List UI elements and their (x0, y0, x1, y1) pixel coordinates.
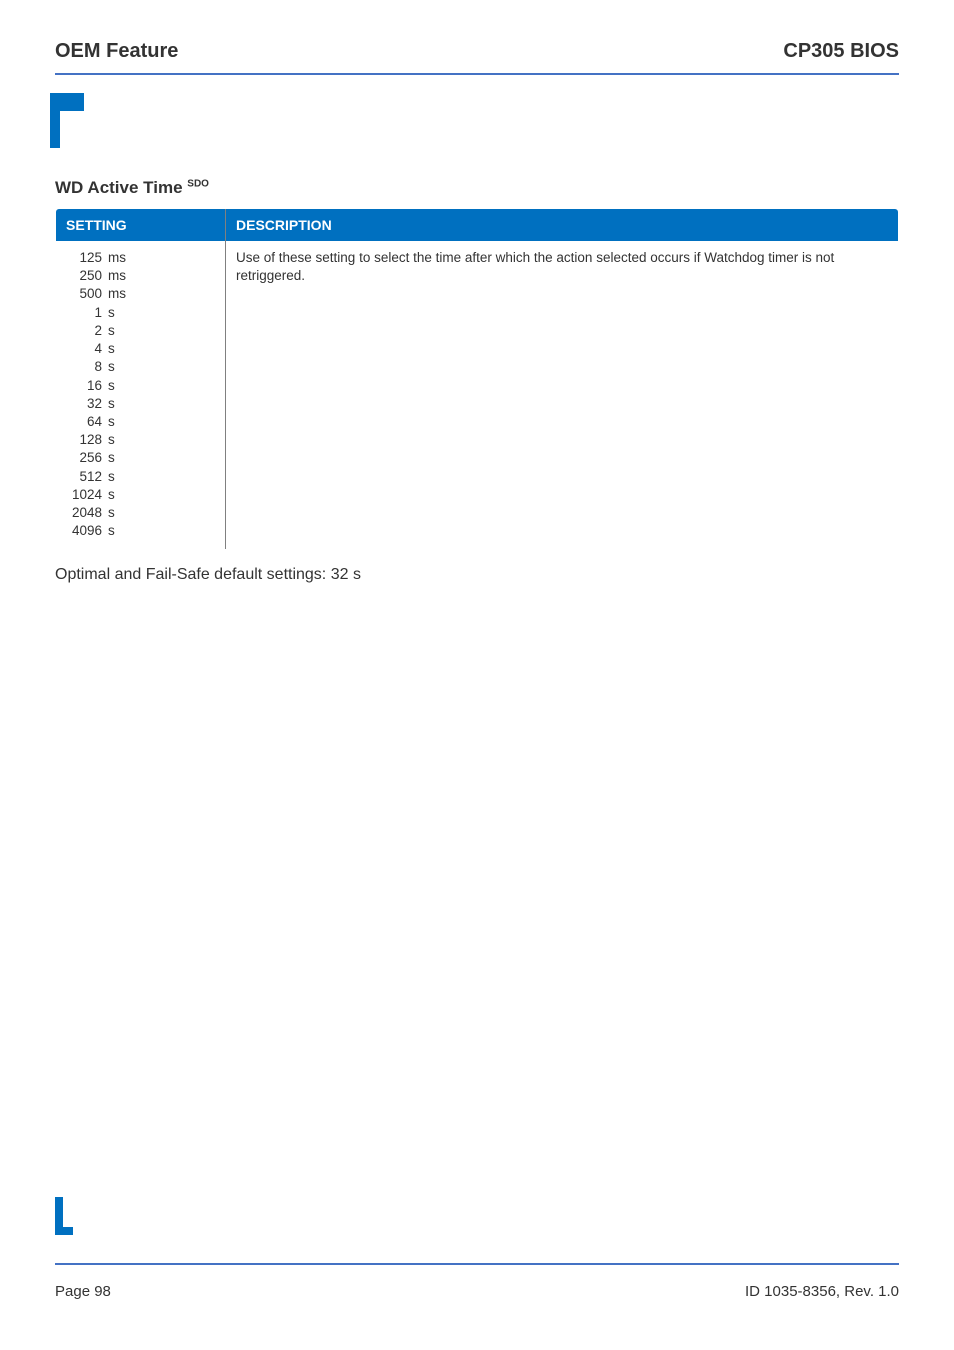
section-title-superscript: SDO (187, 178, 209, 189)
setting-value-unit: s (108, 377, 115, 395)
setting-value-num: 64 (66, 413, 108, 431)
cell-settings: 125ms 250ms 500ms 1s 2s 4s 8s 16s 32s 64… (56, 241, 226, 549)
setting-value-num: 2048 (66, 504, 108, 522)
setting-value-num: 1 (66, 304, 108, 322)
setting-value-row: 32s (66, 395, 215, 413)
setting-value-unit: s (108, 486, 115, 504)
table-header-row: SETTING DESCRIPTION (56, 209, 899, 242)
page-number: Page 98 (55, 1283, 111, 1300)
setting-value-row: 500ms (66, 285, 215, 303)
page-footer: Page 98 ID 1035-8356, Rev. 1.0 (55, 1263, 899, 1300)
footer-row: Page 98 ID 1035-8356, Rev. 1.0 (55, 1283, 899, 1300)
setting-value-row: 2s (66, 322, 215, 340)
setting-value-unit: s (108, 522, 115, 540)
logo-shape-top (50, 93, 84, 111)
setting-value-unit: s (108, 358, 115, 376)
settings-table: SETTING DESCRIPTION 125ms 250ms 500ms 1s… (55, 208, 899, 550)
setting-value-num: 1024 (66, 486, 108, 504)
setting-value-row: 128s (66, 431, 215, 449)
setting-values-list: 125ms 250ms 500ms 1s 2s 4s 8s 16s 32s 64… (66, 249, 215, 541)
footer-bar-decoration (55, 1197, 73, 1235)
setting-value-unit: s (108, 340, 115, 358)
setting-value-num: 32 (66, 395, 108, 413)
setting-value-num: 4 (66, 340, 108, 358)
footer-bar-shape-horizontal (55, 1227, 73, 1235)
setting-value-row: 256s (66, 449, 215, 467)
table-row: 125ms 250ms 500ms 1s 2s 4s 8s 16s 32s 64… (56, 241, 899, 549)
setting-value-unit: s (108, 395, 115, 413)
setting-value-row: 4096s (66, 522, 215, 540)
setting-value-unit: s (108, 431, 115, 449)
setting-value-num: 2 (66, 322, 108, 340)
setting-value-unit: ms (108, 249, 126, 267)
section-title: WD Active Time SDO (55, 178, 899, 198)
brand-logo (50, 93, 899, 148)
setting-value-unit: ms (108, 285, 126, 303)
setting-value-unit: s (108, 304, 115, 322)
setting-value-unit: s (108, 322, 115, 340)
setting-value-unit: s (108, 449, 115, 467)
defaults-text: Optimal and Fail-Safe default settings: … (55, 566, 899, 584)
setting-value-num: 500 (66, 285, 108, 303)
setting-value-row: 16s (66, 377, 215, 395)
footer-divider (55, 1263, 899, 1265)
setting-value-unit: s (108, 413, 115, 431)
logo-shape-side (50, 111, 60, 148)
setting-value-num: 16 (66, 377, 108, 395)
setting-value-num: 512 (66, 468, 108, 486)
cell-description: Use of these setting to select the time … (226, 241, 899, 549)
setting-value-num: 4096 (66, 522, 108, 540)
setting-value-unit: s (108, 468, 115, 486)
setting-value-row: 125ms (66, 249, 215, 267)
setting-value-num: 128 (66, 431, 108, 449)
document-id: ID 1035-8356, Rev. 1.0 (745, 1283, 899, 1300)
setting-value-row: 250ms (66, 267, 215, 285)
setting-value-unit: ms (108, 267, 126, 285)
setting-value-num: 8 (66, 358, 108, 376)
col-header-setting: SETTING (56, 209, 226, 242)
setting-value-row: 512s (66, 468, 215, 486)
setting-value-row: 8s (66, 358, 215, 376)
setting-value-row: 2048s (66, 504, 215, 522)
setting-value-row: 1s (66, 304, 215, 322)
setting-value-num: 125 (66, 249, 108, 267)
setting-value-row: 1024s (66, 486, 215, 504)
setting-value-unit: s (108, 504, 115, 522)
header-left-title: OEM Feature (55, 40, 178, 63)
section-title-text: WD Active Time (55, 178, 183, 197)
setting-value-num: 256 (66, 449, 108, 467)
setting-value-row: 64s (66, 413, 215, 431)
col-header-description: DESCRIPTION (226, 209, 899, 242)
page-header: OEM Feature CP305 BIOS (55, 40, 899, 63)
setting-value-num: 250 (66, 267, 108, 285)
header-divider (55, 73, 899, 75)
header-right-title: CP305 BIOS (783, 40, 899, 63)
setting-value-row: 4s (66, 340, 215, 358)
